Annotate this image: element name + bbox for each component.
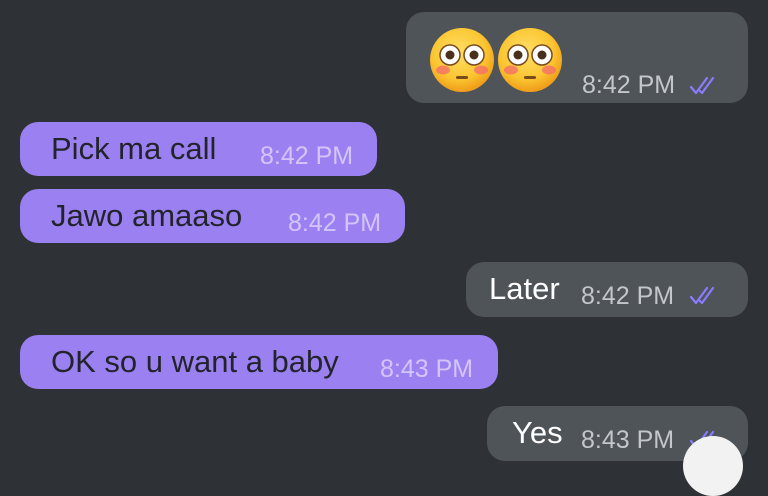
message-text: Jawo amaaso xyxy=(51,198,243,233)
message-time: 8:42 PM xyxy=(582,71,676,99)
message-time: 8:43 PM xyxy=(380,355,474,383)
message-time: 8:42 PM xyxy=(288,209,382,237)
double-check-icon xyxy=(689,286,715,305)
message-text: Pick ma call xyxy=(51,131,217,166)
message-text: Yes xyxy=(512,415,563,450)
message-text: OK so u want a baby xyxy=(51,344,339,379)
message-incoming[interactable]: OK so u want a baby 8:43 PM xyxy=(20,335,498,389)
message-outgoing[interactable]: Later 8:42 PM xyxy=(466,262,748,317)
message-incoming[interactable]: Pick ma call 8:42 PM xyxy=(20,122,377,176)
flushed-face-emoji xyxy=(498,28,562,92)
double-check-icon xyxy=(689,76,715,95)
message-time: 8:42 PM xyxy=(581,282,675,310)
message-incoming[interactable]: Jawo amaaso 8:42 PM xyxy=(20,189,405,243)
scroll-down-button[interactable] xyxy=(683,436,743,496)
flushed-face-emoji xyxy=(430,28,494,92)
message-time: 8:42 PM xyxy=(260,142,354,170)
message-outgoing[interactable]: 8:42 PM xyxy=(406,12,748,103)
message-text: Later xyxy=(489,271,560,306)
chat-thread: 8:42 PM Pick ma call 8:42 PM Jawo amaaso… xyxy=(0,0,768,496)
